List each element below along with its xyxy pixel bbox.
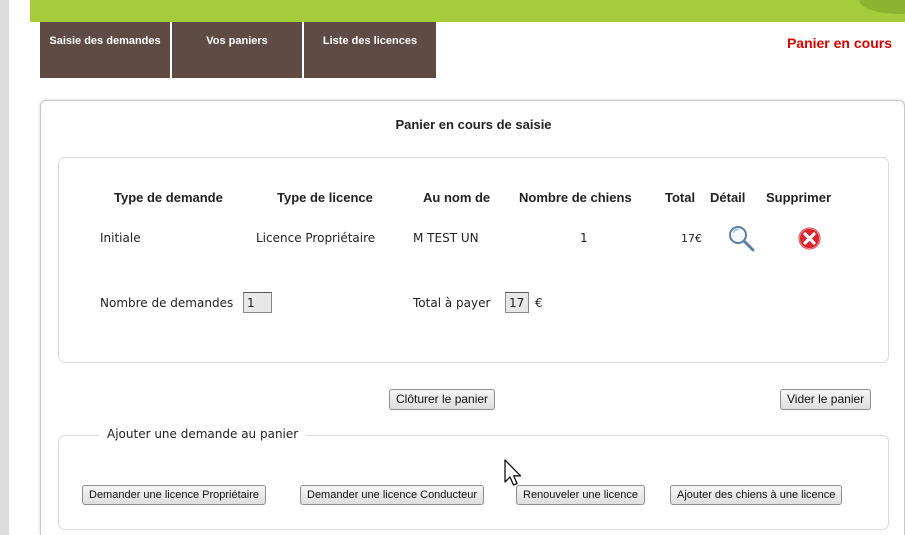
cart-panel: Panier en cours de saisie Type de demand…: [40, 100, 905, 535]
request-count-label: Nombre de demandes: [100, 296, 234, 310]
tab-saisie-des-demandes[interactable]: Saisie des demandes: [40, 22, 170, 78]
main-navigation: Saisie des demandes Vos paniers Liste de…: [40, 22, 438, 78]
column-header-detail: Détail: [710, 190, 746, 205]
cart-row-license-type: Licence Propriétaire: [256, 231, 376, 245]
cart-row-total: 17€: [681, 232, 702, 245]
close-cart-button[interactable]: Clôturer le panier: [389, 389, 496, 410]
top-banner: [30, 0, 905, 22]
column-header-total: Total: [665, 190, 696, 205]
add-request-legend: Ajouter une demande au panier: [99, 427, 307, 441]
cart-row-dog-count: 1: [580, 231, 588, 245]
renew-license-button[interactable]: Renouveler une licence: [516, 485, 645, 505]
cart-row-name: M TEST UN: [413, 231, 479, 245]
column-header-license-type: Type de licence: [277, 190, 373, 205]
add-dogs-button[interactable]: Ajouter des chiens à une licence: [670, 485, 843, 505]
owner-license-button[interactable]: Demander une licence Propriétaire: [82, 485, 266, 505]
column-header-name: Au nom de: [423, 190, 491, 205]
request-count-field[interactable]: [243, 292, 272, 313]
cart-table: Type de demande Type de licence Au nom d…: [58, 157, 889, 363]
page-title: Panier en cours de saisie: [395, 117, 552, 132]
left-page-edge: [0, 0, 9, 535]
cart-row-request-type: Initiale: [100, 231, 141, 245]
tab-vos-paniers[interactable]: Vos paniers: [172, 22, 302, 78]
empty-cart-button[interactable]: Vider le panier: [780, 389, 872, 410]
delete-icon[interactable]: [797, 226, 822, 251]
total-to-pay-field[interactable]: [505, 292, 529, 313]
currency-symbol: €: [535, 296, 543, 310]
driver-license-button[interactable]: Demander une licence Conducteur: [300, 485, 484, 505]
column-header-delete: Supprimer: [766, 190, 832, 205]
current-cart-heading: Panier en cours: [786, 35, 892, 51]
column-header-dog-count: Nombre de chiens: [519, 190, 632, 205]
add-request-panel: Ajouter une demande au panier Demander u…: [58, 427, 889, 530]
tab-liste-des-licences[interactable]: Liste des licences: [304, 22, 436, 78]
total-to-pay-label: Total à payer: [413, 296, 491, 310]
search-icon[interactable]: [727, 224, 755, 252]
column-header-request-type: Type de demande: [114, 190, 223, 205]
